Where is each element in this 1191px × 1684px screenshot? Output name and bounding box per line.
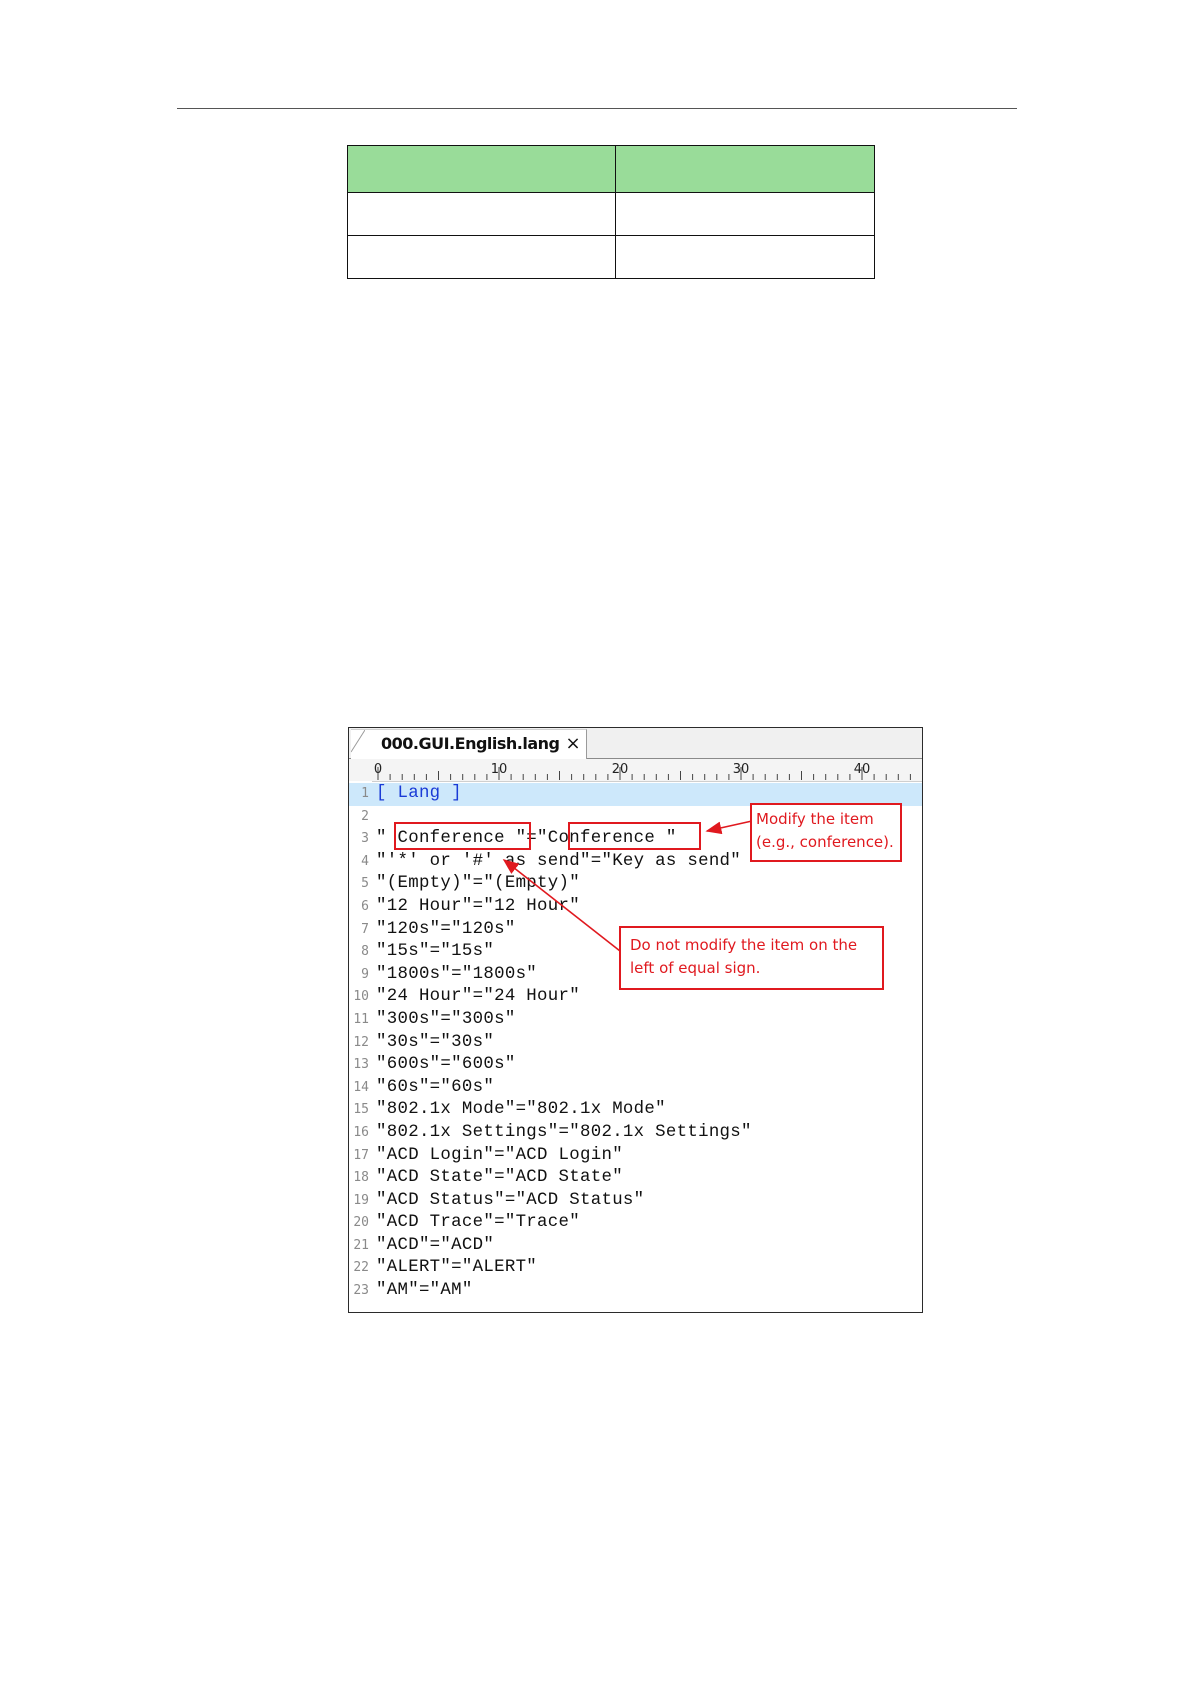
callout-do-not-modify-text: Do not modify the item on the left of eq… (630, 936, 858, 977)
table-header-cell (615, 145, 875, 193)
arrow-to-left-item (502, 859, 621, 952)
data-table (347, 145, 875, 279)
table-cell (615, 192, 875, 236)
table-cell (615, 235, 875, 279)
table-cell (347, 235, 616, 279)
table-cell (347, 192, 616, 236)
callout-modify-item: Modify the item (e.g., conference). (750, 803, 902, 862)
table-header-row (347, 145, 875, 193)
callout-do-not-modify: Do not modify the item on the left of eq… (619, 926, 884, 990)
arrow-to-right-item (705, 820, 753, 835)
table-header-cell (347, 145, 616, 193)
page-header-rule (177, 108, 1017, 109)
callout-modify-text: Modify the item (e.g., conference). (756, 810, 894, 851)
table-row (347, 192, 875, 236)
text-editor-window: 000.GUI.English.lang × 0 10 20 30 40 1[ Lang… (348, 727, 923, 1313)
table-row (347, 235, 875, 279)
